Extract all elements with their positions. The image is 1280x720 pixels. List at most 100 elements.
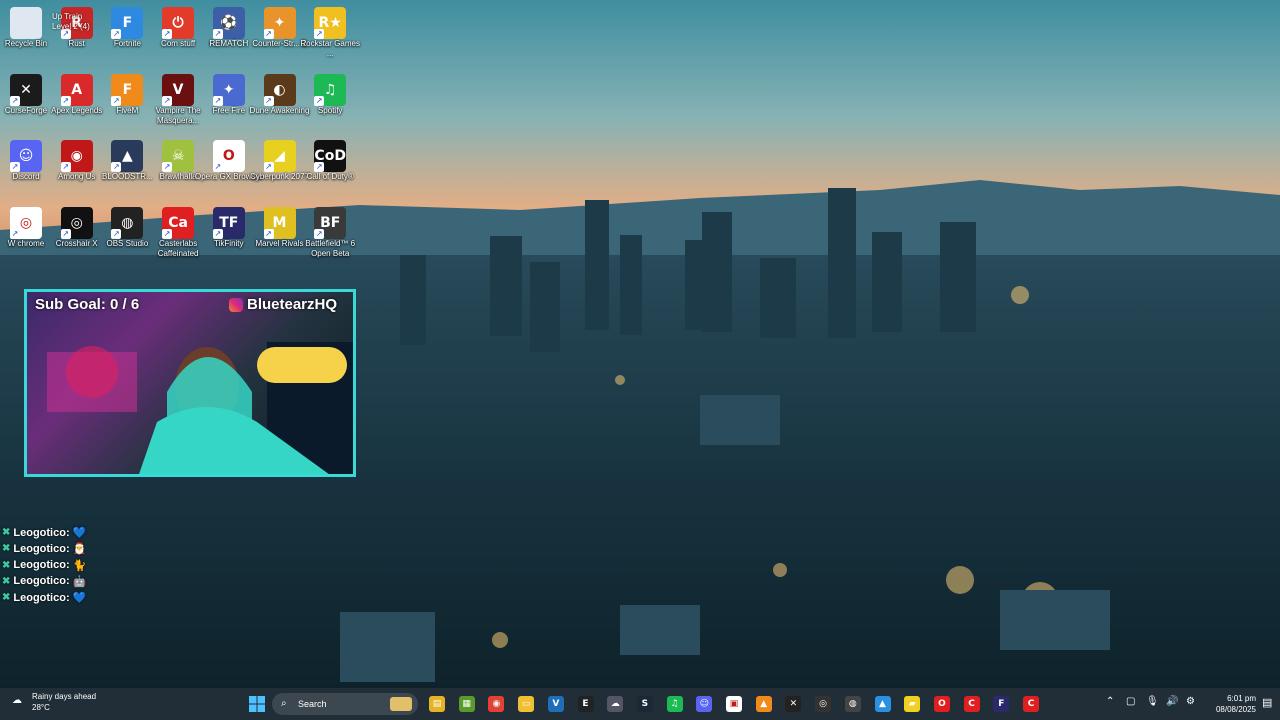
desktop-icon[interactable]: ▲ ↗ BLOODSTR... — [101, 136, 153, 200]
casterlabs-icon[interactable]: C — [963, 696, 980, 712]
chat-username: Leogotico: — [13, 591, 70, 604]
chat-message: ✖ Leogotico: 💙 — [2, 526, 86, 540]
chat-badge-icon: ✖ — [2, 527, 11, 538]
desktop-icon[interactable]: ☠ ↗ Brawlhalla — [152, 136, 204, 200]
shortcut-arrow-icon: ↗ — [212, 162, 223, 173]
settings-icon[interactable]: ⚙ — [1186, 696, 1195, 707]
shortcut-arrow-icon: ↗ — [263, 29, 274, 39]
shortcut-arrow-icon: ↗ — [60, 229, 71, 240]
desktop-icon[interactable]: A ↗ Apex Legends — [51, 70, 103, 134]
webcam-person-image — [47, 342, 353, 474]
volume-icon[interactable]: 🔊 — [1166, 696, 1178, 707]
shortcut-arrow-icon: ↗ — [162, 229, 173, 240]
desktop-icon[interactable]: ✕ ↗ CurseForge — [0, 70, 52, 134]
desktop-icon[interactable]: ⏻ ↗ Com stuff — [152, 3, 204, 67]
desktop-icon[interactable]: ◐ ↗ Dune Awakening — [250, 70, 309, 134]
desktop-icon[interactable]: BF ↗ Battlefield™ 6 Open Beta — [304, 203, 356, 267]
chat-emote: 🐈 — [72, 559, 87, 572]
weather-temp: 28°C — [32, 703, 50, 712]
streamer-handle: BluetearzHQ — [247, 296, 338, 313]
shortcut-arrow-icon: ↗ — [212, 229, 223, 240]
desktop-icon[interactable]: Recycle Bin — [0, 3, 52, 67]
desktop-icon[interactable]: Ca ↗ Casterlabs Caffeinated — [152, 203, 204, 267]
shortcut-arrow-icon: ↗ — [111, 95, 122, 106]
sticky-notes-icon[interactable]: ▰ — [904, 696, 921, 712]
taskbar: ☁ Rainy days ahead 28°C ⌕ Search ▤ ▦ ◉ ▭ V E ☁… — [0, 688, 1280, 720]
shortcut-arrow-icon: ↗ — [314, 229, 325, 240]
casterlabs-2-icon[interactable]: C — [1023, 696, 1039, 712]
vscode-icon[interactable]: V — [547, 696, 564, 712]
shortcut-arrow-icon: ↗ — [314, 162, 325, 173]
chat-message: ✖ Leogotico: 🐈 — [2, 559, 86, 572]
shortcut-arrow-icon: ↗ — [10, 229, 20, 240]
show-hidden-icons[interactable]: ⌃ — [1106, 696, 1114, 707]
taskbar-search-box[interactable]: ⌕ Search — [272, 693, 418, 715]
desktop-icon[interactable]: TF ↗ TikFinity — [203, 203, 255, 267]
folder-icon[interactable]: ▭ — [518, 696, 535, 712]
shortcut-arrow-icon: ↗ — [60, 162, 71, 173]
file-explorer-icon[interactable]: ▤ — [429, 696, 445, 712]
desktop-icon[interactable]: ♫ ↗ Spotify — [304, 70, 356, 134]
minecraft-icon[interactable]: ▦ — [458, 696, 475, 712]
desktop-icon[interactable]: V ↗ Vampire The Masquera... — [152, 70, 204, 134]
shortcut-arrow-icon: ↗ — [162, 29, 173, 39]
shortcut-arrow-icon: ↗ — [263, 162, 274, 173]
desktop-icon-label: Battlefield™ 6 Open Beta — [305, 239, 356, 259]
chrome-icon[interactable]: ◉ — [488, 696, 505, 712]
chat-badge-icon: ✖ — [2, 575, 11, 587]
chat-emote: 🎅 — [72, 543, 87, 556]
sub-goal-text: Sub Goal: 0 / 6 — [35, 296, 140, 313]
chat-username: Leogotico: — [13, 526, 70, 539]
desktop-icon[interactable]: ⚽ ↗ REMATCH — [203, 3, 255, 67]
curseforge-icon[interactable]: ✕ — [785, 696, 802, 712]
desktop-icon[interactable]: CoD ↗ Call of Duty® — [304, 136, 356, 200]
desktop-icon[interactable]: O ↗ Opera GX Browser — [195, 136, 263, 200]
search-icon: ⌕ — [281, 698, 287, 709]
obs-icon[interactable]: ◎ — [815, 696, 832, 712]
weather-title: Rainy days ahead — [32, 692, 97, 701]
device-icon[interactable]: ▢ — [1126, 696, 1135, 707]
search-placeholder: Search — [298, 699, 327, 709]
desktop-icon[interactable]: ☺ ↗ Discord — [0, 136, 52, 200]
shortcut-arrow-icon: ↗ — [111, 162, 122, 173]
desktop-icon[interactable]: R★ ↗ Rockstar Games ... — [300, 3, 360, 67]
taskbar-clock[interactable]: 6:01 pm 08/08/2025 — [1204, 693, 1256, 715]
spotify-icon[interactable]: ♫ — [666, 696, 683, 712]
notes-icon[interactable]: ▣ — [726, 696, 742, 712]
chat-username: Leogotico: — [13, 575, 70, 588]
desktop-icon-label: Call of Duty® — [306, 172, 354, 182]
webcam-overlay: Sub Goal: 0 / 6 BluetearzHQ — [24, 289, 356, 477]
chat-emote: 💙 — [72, 592, 87, 605]
desktop-icon[interactable]: F ↗ Fortnite — [101, 3, 153, 67]
desktop-icon[interactable]: ✦ ↗ Free Fire — [203, 70, 255, 134]
chat-emote: 🤖 — [72, 575, 87, 588]
desktop-icon-label: Spotify — [317, 105, 343, 115]
shortcut-arrow-icon: ↗ — [314, 95, 325, 106]
desktop-icon[interactable]: ◉ ↗ Among Us — [51, 136, 103, 200]
desktop-icon[interactable]: ◎ ↗ Crosshair X — [51, 203, 103, 267]
notification-icon[interactable]: ▤ — [1262, 696, 1272, 709]
epic-games-icon[interactable]: E — [577, 696, 594, 712]
tikfinity-icon[interactable]: F — [993, 696, 1010, 712]
microphone-icon[interactable]: 🎙 — [1146, 696, 1159, 707]
opera-icon[interactable]: O — [933, 696, 950, 712]
recycle-bin-icon — [10, 7, 42, 39]
start-button[interactable] — [249, 696, 265, 712]
network-app-icon[interactable]: ◍ — [844, 696, 861, 712]
shortcut-arrow-icon: ↗ — [111, 29, 122, 39]
desktop-icon[interactable]: ◎ ↗ W chrome — [0, 203, 52, 267]
discord-icon[interactable]: ☺ — [696, 696, 713, 712]
onedrive-icon[interactable]: ☁ — [607, 696, 624, 712]
chat-message: ✖ Leogotico: 🤖 — [2, 575, 86, 588]
desktop-icon[interactable]: ◢ ↗ Cyberpunk 2077 — [250, 136, 309, 200]
photos-icon[interactable]: ▲ — [874, 696, 891, 712]
chat-badge-icon: ✖ — [2, 559, 11, 571]
chat-username: Leogotico: — [13, 542, 70, 555]
desktop-overlay-label: Up Train Level 2 (4) — [52, 12, 90, 31]
shortcut-arrow-icon: ↗ — [263, 95, 274, 106]
vlc-icon[interactable]: ▲ — [755, 696, 772, 712]
search-highlight-icon — [390, 697, 412, 711]
shortcut-arrow-icon: ↗ — [314, 29, 325, 39]
steam-icon[interactable]: S — [636, 696, 653, 712]
shortcut-arrow-icon: ↗ — [212, 29, 223, 39]
